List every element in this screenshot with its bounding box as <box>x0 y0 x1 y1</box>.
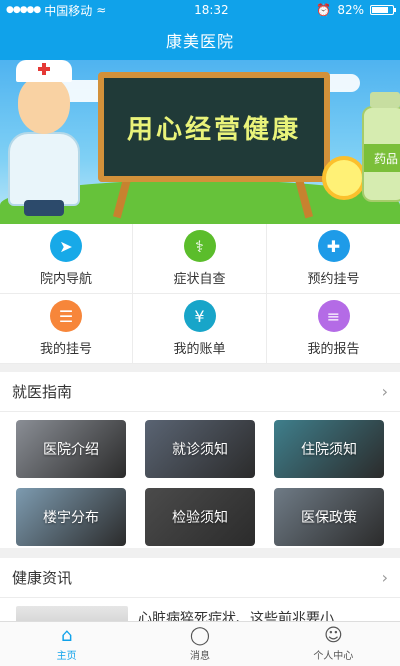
bottle-cap <box>370 92 400 108</box>
quick-action-book-appointment[interactable]: ✚ 预约挂号 <box>267 224 400 294</box>
clock: 18:32 <box>194 3 229 17</box>
guide-header[interactable]: 就医指南 › <box>0 372 400 412</box>
guide-tiles: 医院介绍 就诊须知 住院须知 楼宇分布 检验须知 医保政策 <box>0 412 400 554</box>
tab-bar: ⌂ 主页 ◯ 消息 ☺ 个人中心 <box>0 621 400 666</box>
quick-action-my-reports[interactable]: ≡ 我的报告 <box>267 294 400 364</box>
news-item[interactable]: 心脏病猝死症状、这些前兆要小... <box>0 598 400 621</box>
guide-section: 就医指南 › 医院介绍 就诊须知 住院须知 楼宇分布 检验须知 医保政策 <box>0 372 400 548</box>
alarm-icon: ⏰ <box>316 3 332 17</box>
banner-slogan: 用心经营健康 <box>126 114 301 145</box>
quick-action-my-bills[interactable]: ¥ 我的账单 <box>133 294 267 364</box>
user-icon: ☺ <box>323 624 343 646</box>
tab-label: 个人中心 <box>313 650 354 662</box>
quick-action-symptom-check[interactable]: ⚕ 症状自查 <box>133 224 267 294</box>
report-icon: ≡ <box>317 300 350 332</box>
stethoscope-icon: ⚕ <box>183 230 216 262</box>
bottle-label: 药品 <box>364 144 400 172</box>
doctor-coat <box>8 132 80 206</box>
chat-bubble-icon: ◯ <box>189 624 211 646</box>
quick-action-label: 我的报告 <box>307 342 360 357</box>
tab-profile[interactable]: ☺ 个人中心 <box>267 622 400 666</box>
guide-tile-visit-notes[interactable]: 就诊须知 <box>145 420 255 478</box>
quick-action-label: 我的挂号 <box>39 342 92 357</box>
chevron-right-icon: › <box>381 382 388 401</box>
battery-icon <box>370 5 396 15</box>
page-title: 康美医院 <box>165 32 234 51</box>
navigation-icon: ➤ <box>50 230 82 262</box>
lemon-illustration <box>322 156 366 200</box>
chalkboard: 用心经营健康 <box>98 72 330 182</box>
guide-tile-hospital-intro[interactable]: 医院介绍 <box>16 420 126 478</box>
tab-label: 消息 <box>189 650 210 662</box>
chevron-right-icon: › <box>381 568 388 587</box>
section-title: 就医指南 <box>12 383 73 401</box>
signal-icon: ●●●●● <box>6 5 41 15</box>
tab-label: 主页 <box>56 650 77 662</box>
quick-action-navigation[interactable]: ➤ 院内导航 <box>0 224 133 294</box>
news-section: 健康资讯 › 心脏病猝死症状、这些前兆要小... <box>0 558 400 621</box>
guide-tile-insurance-policy[interactable]: 医保政策 <box>274 488 384 546</box>
guide-tile-lab-notes[interactable]: 检验须知 <box>145 488 255 546</box>
red-cross-icon <box>38 63 50 75</box>
appointment-doc-icon: ☰ <box>50 300 82 332</box>
quick-action-label: 症状自查 <box>173 272 226 287</box>
medicine-bottle: 药品 <box>362 92 400 202</box>
news-header[interactable]: 健康资讯 › <box>0 558 400 598</box>
quick-action-label: 院内导航 <box>39 272 92 287</box>
guide-tile-building-map[interactable]: 楼宇分布 <box>16 488 126 546</box>
battery-percent: 82% <box>337 3 364 17</box>
medical-cross-icon: ✚ <box>317 230 350 262</box>
guide-tile-inpatient-notes[interactable]: 住院须知 <box>274 420 384 478</box>
home-icon: ⌂ <box>60 624 73 646</box>
quick-actions-grid: ➤ 院内导航 ⚕ 症状自查 ✚ 预约挂号 ☰ 我的挂号 ¥ 我的账单 ≡ 我的报… <box>0 224 400 364</box>
carrier-name: 中国移动 <box>44 3 93 18</box>
status-bar: ●●●●● 中国移动 ≈ 18:32 ⏰ 82% <box>0 0 400 20</box>
top-bar: ●●●●● 中国移动 ≈ 18:32 ⏰ 82% 康美医院 <box>0 0 400 60</box>
promo-banner[interactable]: 用心经营健康 药品 <box>0 60 400 224</box>
bill-icon: ¥ <box>183 300 216 332</box>
quick-action-my-appointments[interactable]: ☰ 我的挂号 <box>0 294 133 364</box>
quick-action-label: 我的账单 <box>173 342 226 357</box>
tab-home[interactable]: ⌂ 主页 <box>0 622 133 666</box>
news-title: 心脏病猝死症状、这些前兆要小... <box>138 611 348 621</box>
doctor-legs <box>24 200 64 216</box>
doctor-hat <box>16 60 72 82</box>
tab-messages[interactable]: ◯ 消息 <box>133 622 266 666</box>
wifi-icon: ≈ <box>96 3 107 17</box>
news-thumbnail <box>16 606 128 621</box>
doctor-head <box>18 76 70 134</box>
quick-action-label: 预约挂号 <box>307 272 360 287</box>
section-title: 健康资讯 <box>12 569 73 587</box>
nav-bar: 康美医院 <box>0 20 400 60</box>
